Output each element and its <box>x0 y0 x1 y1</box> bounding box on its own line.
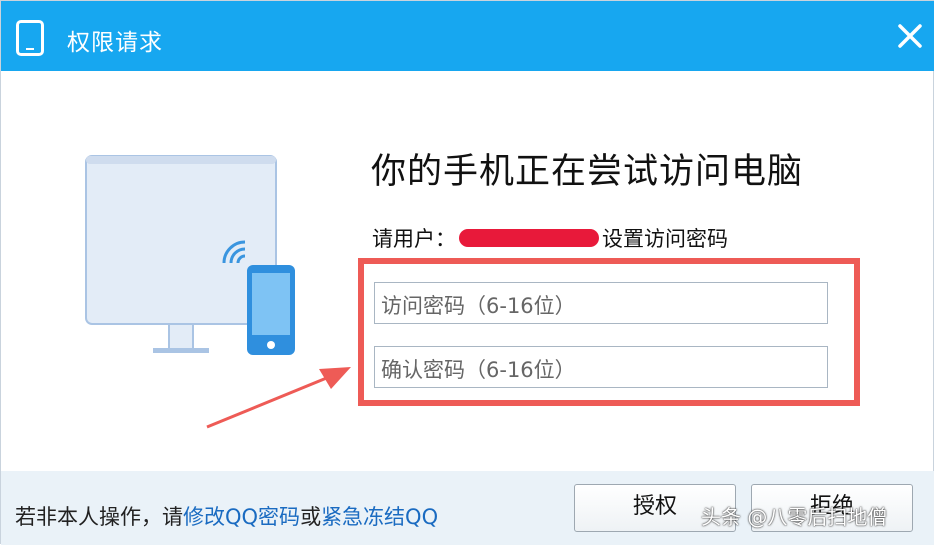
instruction-prefix: 请用户： <box>372 227 456 251</box>
redacted-username <box>459 229 599 247</box>
footer-connector: 或 <box>300 505 322 529</box>
access-password-input[interactable] <box>374 282 828 324</box>
change-password-link[interactable]: 修改QQ密码 <box>183 505 300 529</box>
permission-dialog: 权限请求 你的手机正在尝试访问电脑 请用户： 设置访问密码 若非本人操作，请修改… <box>0 0 934 545</box>
footer-prefix: 若非本人操作，请 <box>15 505 183 529</box>
confirm-password-input[interactable] <box>374 346 828 388</box>
close-icon[interactable] <box>897 23 923 49</box>
footer-text: 若非本人操作，请修改QQ密码或紧急冻结QQ <box>15 501 438 531</box>
instruction-text: 请用户： 设置访问密码 <box>372 223 728 253</box>
title-bar: 权限请求 <box>1 1 934 71</box>
window-title: 权限请求 <box>67 30 163 56</box>
arrow-annotation <box>206 367 351 429</box>
headline: 你的手机正在尝试访问电脑 <box>371 152 804 192</box>
monitor-phone-illustration <box>85 155 295 355</box>
watermark-text: 头条 @八零后扫地僧 <box>701 505 888 529</box>
freeze-account-link[interactable]: 紧急冻结QQ <box>321 505 438 529</box>
instruction-suffix: 设置访问密码 <box>602 227 728 251</box>
tablet-icon <box>16 20 44 56</box>
